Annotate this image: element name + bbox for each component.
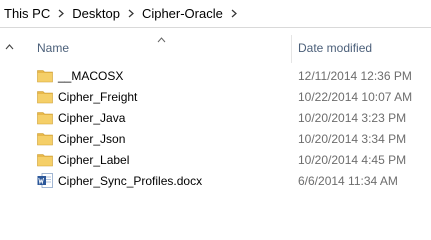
breadcrumb-desktop[interactable]: Desktop <box>70 6 122 21</box>
file-date: 12/11/2014 12:36 PM <box>298 69 412 83</box>
file-name[interactable]: Cipher_Sync_Profiles.docx <box>58 174 202 188</box>
file-name[interactable]: Cipher_Java <box>58 111 125 125</box>
folder-icon <box>37 110 53 125</box>
file-list: __MACOSX 12/11/2014 12:36 PM Cipher_Frei… <box>20 65 431 191</box>
breadcrumb-separator-icon[interactable] <box>122 9 140 18</box>
navigation-pane-scroll[interactable] <box>0 29 20 206</box>
breadcrumb-this-pc[interactable]: This PC <box>0 6 52 21</box>
folder-icon <box>37 89 53 104</box>
sort-ascending-icon <box>157 32 166 46</box>
column-divider[interactable] <box>291 35 292 63</box>
word-document-icon <box>37 173 53 188</box>
file-name[interactable]: Cipher_Json <box>58 132 125 146</box>
column-date-modified-header[interactable]: Date modified <box>298 41 372 55</box>
file-date: 10/20/2014 4:45 PM <box>298 153 407 167</box>
address-bar[interactable]: This PC Desktop Cipher-Oracle <box>0 0 431 28</box>
file-row[interactable]: Cipher_Sync_Profiles.docx 6/6/2014 11:34… <box>20 170 431 191</box>
file-row[interactable]: Cipher_Java 10/20/2014 3:23 PM <box>20 107 431 128</box>
file-date: 10/20/2014 3:34 PM <box>298 132 407 146</box>
file-date: 6/6/2014 11:34 AM <box>298 174 398 188</box>
file-row[interactable]: Cipher_Label 10/20/2014 4:45 PM <box>20 149 431 170</box>
column-header: Name Date modified <box>20 29 431 65</box>
file-name[interactable]: Cipher_Label <box>58 153 129 167</box>
folder-icon <box>37 68 53 83</box>
file-date: 10/20/2014 3:23 PM <box>298 111 407 125</box>
file-date: 10/22/2014 10:07 AM <box>298 90 413 104</box>
file-row[interactable]: Cipher_Json 10/20/2014 3:34 PM <box>20 128 431 149</box>
file-row[interactable]: Cipher_Freight 10/22/2014 10:07 AM <box>20 86 431 107</box>
scroll-up-chevron-icon[interactable] <box>5 39 14 53</box>
breadcrumb-cipher-oracle[interactable]: Cipher-Oracle <box>140 6 225 21</box>
breadcrumb-separator-icon[interactable] <box>225 9 243 18</box>
file-row[interactable]: __MACOSX 12/11/2014 12:36 PM <box>20 65 431 86</box>
file-name[interactable]: Cipher_Freight <box>58 90 137 104</box>
file-name[interactable]: __MACOSX <box>58 69 123 83</box>
folder-icon <box>37 131 53 146</box>
folder-icon <box>37 152 53 167</box>
breadcrumb-separator-icon[interactable] <box>52 9 70 18</box>
column-name-header[interactable]: Name <box>37 41 69 55</box>
